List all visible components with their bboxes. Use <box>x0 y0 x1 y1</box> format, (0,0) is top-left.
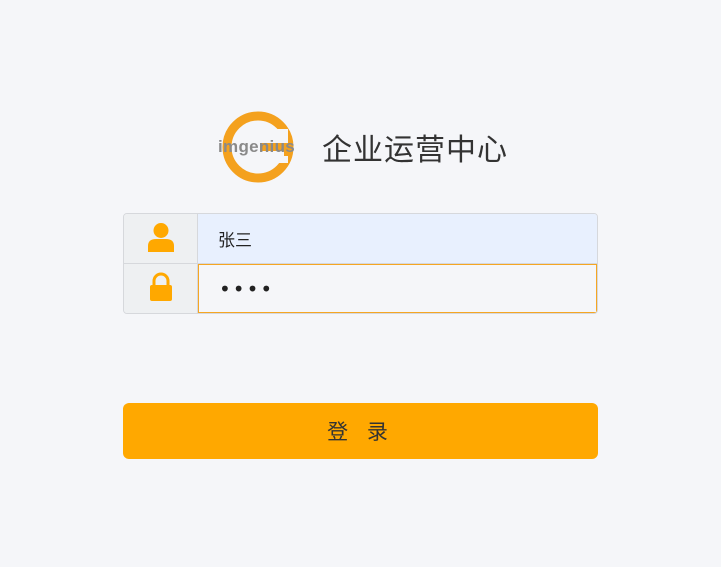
username-row <box>124 214 597 263</box>
password-input[interactable] <box>198 264 597 313</box>
user-icon <box>147 222 175 256</box>
username-input[interactable] <box>198 214 597 263</box>
header: imgenius 企业运营中心 <box>216 104 508 190</box>
password-addon <box>124 264 198 313</box>
password-row <box>124 263 597 313</box>
logo-text: imgenius <box>218 137 296 156</box>
lock-icon <box>148 272 174 306</box>
page-title: 企业运营中心 <box>322 133 508 168</box>
username-addon <box>124 214 198 263</box>
login-button[interactable]: 登 录 <box>123 403 598 459</box>
login-form <box>123 213 598 314</box>
imgenius-logo: imgenius <box>216 104 302 190</box>
